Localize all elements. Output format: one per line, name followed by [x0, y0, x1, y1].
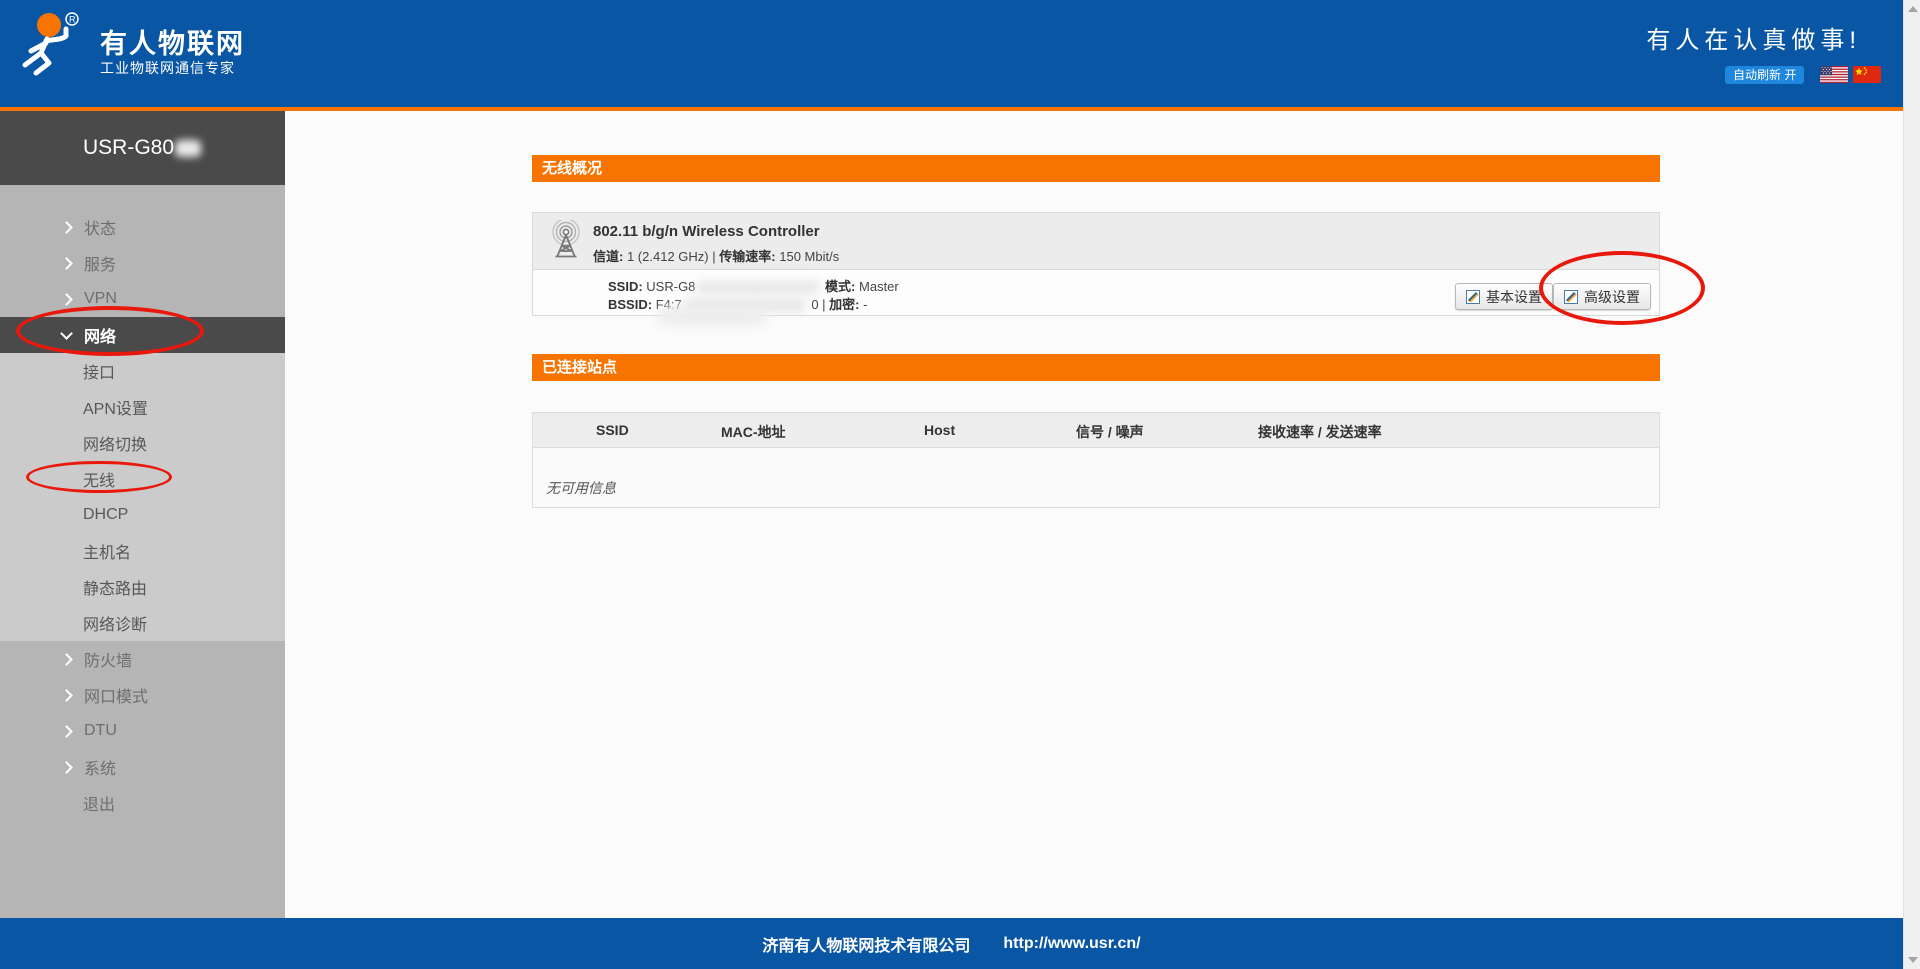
svg-text:R: R	[69, 15, 76, 25]
sidebar-item-wireless[interactable]: 无线	[0, 461, 285, 497]
chevron-right-icon	[60, 221, 73, 234]
col-signal-noise: 信号 / 噪声	[1076, 422, 1144, 442]
us-flag-icon[interactable]	[1820, 66, 1848, 83]
router-admin-page: R 有人物联网 工业物联网通信专家 有人在认真做事! 自动刷新 开	[0, 0, 1920, 969]
chevron-right-icon	[60, 761, 73, 774]
scroll-up-arrow-icon[interactable]	[1908, 6, 1918, 12]
blurred-text	[697, 280, 819, 295]
sidebar: USR-G80 状态 服务 VPN 网络 接口 APN设置 网络切换 无线	[0, 111, 285, 918]
sidebar-item-interfaces[interactable]: 接口	[0, 353, 285, 389]
ssid-line: SSID: USR-G8 模式: Master	[608, 276, 899, 295]
footer-company: 济南有人物联网技术有限公司	[762, 932, 970, 956]
wireless-controller-info: 信道: 1 (2.412 GHz) | 传输速率: 150 Mbit/s	[593, 246, 839, 265]
chevron-right-icon	[60, 653, 73, 666]
basic-settings-button[interactable]: 基本设置	[1455, 283, 1553, 310]
chevron-right-icon	[60, 689, 73, 702]
col-ssid: SSID	[596, 422, 629, 438]
brand-name: 有人物联网	[100, 22, 245, 61]
wireless-device-row: 802.11 b/g/n Wireless Controller 信道: 1 (…	[533, 213, 1659, 270]
sidebar-item-firewall[interactable]: 防火墙	[0, 641, 285, 677]
sidebar-item-dhcp[interactable]: DHCP	[0, 497, 285, 533]
stations-table-empty-row: 无可用信息	[532, 448, 1660, 508]
sidebar-item-status[interactable]: 状态	[0, 209, 285, 245]
sidebar-item-services[interactable]: 服务	[0, 245, 285, 281]
col-host: Host	[924, 422, 955, 438]
sidebar-item-network-switch[interactable]: 网络切换	[0, 425, 285, 461]
auto-refresh-toggle[interactable]: 自动刷新 开	[1725, 66, 1804, 84]
page-footer: 济南有人物联网技术有限公司 http://www.usr.cn/	[0, 918, 1903, 969]
edit-icon	[1564, 290, 1578, 304]
chevron-right-icon	[60, 257, 73, 270]
scrollbar[interactable]	[1903, 0, 1920, 969]
stations-table: SSID MAC-地址 Host 信号 / 噪声 接收速率 / 发送速率 无可用…	[532, 412, 1660, 508]
stations-table-header: SSID MAC-地址 Host 信号 / 噪声 接收速率 / 发送速率	[532, 412, 1660, 448]
scroll-down-arrow-icon[interactable]	[1908, 957, 1918, 963]
header-slogan: 有人在认真做事!	[1646, 20, 1861, 55]
menu-spacer	[0, 185, 285, 209]
edit-icon	[1466, 290, 1480, 304]
col-mac-address: MAC-地址	[721, 422, 786, 442]
usr-logo-icon: R	[16, 10, 88, 80]
chevron-down-icon	[60, 327, 73, 340]
sidebar-item-network-diagnostics[interactable]: 网络诊断	[0, 605, 285, 641]
brand-tagline: 工业物联网通信专家	[100, 58, 235, 78]
wireless-overview-header: 无线概况	[532, 155, 1660, 182]
antenna-icon	[545, 220, 587, 262]
sidebar-item-ethernet-mode[interactable]: 网口模式	[0, 677, 285, 713]
top-header: R 有人物联网 工业物联网通信专家 有人在认真做事! 自动刷新 开	[0, 0, 1903, 107]
wireless-controller-title: 802.11 b/g/n Wireless Controller	[593, 223, 820, 240]
col-rx-tx-rate: 接收速率 / 发送速率	[1258, 422, 1382, 442]
no-information-text: 无可用信息	[546, 478, 616, 498]
sidebar-item-network[interactable]: 网络	[0, 317, 285, 353]
blurred-text	[175, 140, 201, 157]
sidebar-item-apn-settings[interactable]: APN设置	[0, 389, 285, 425]
associated-stations-header: 已连接站点	[532, 354, 1660, 381]
footer-url-link[interactable]: http://www.usr.cn/	[1003, 935, 1140, 953]
cn-flag-icon[interactable]	[1853, 66, 1881, 83]
sidebar-item-system[interactable]: 系统	[0, 749, 285, 785]
sidebar-item-logout[interactable]: 退出	[0, 785, 285, 821]
sidebar-item-dtu[interactable]: DTU	[0, 713, 285, 749]
chevron-right-icon	[60, 725, 73, 738]
sidebar-item-vpn[interactable]: VPN	[0, 281, 285, 317]
blurred-text	[658, 306, 766, 326]
sidebar-item-static-routes[interactable]: 静态路由	[0, 569, 285, 605]
chevron-right-icon	[60, 293, 73, 306]
sidebar-item-hostname[interactable]: 主机名	[0, 533, 285, 569]
device-title: USR-G80	[0, 111, 285, 185]
advanced-settings-button[interactable]: 高级设置	[1553, 283, 1651, 310]
